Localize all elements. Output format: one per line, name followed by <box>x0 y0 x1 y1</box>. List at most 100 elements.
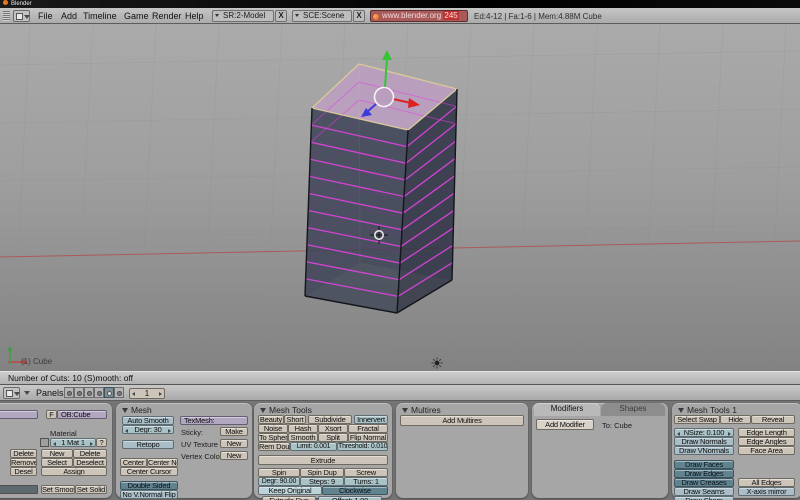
x-axis-mirror-toggle[interactable]: X-axis mirror <box>738 487 795 496</box>
spin-button[interactable]: Spin <box>258 468 300 477</box>
select-swap-button[interactable]: Select Swap <box>674 415 720 424</box>
panel-mesh-header[interactable]: Mesh <box>122 405 152 415</box>
beauty-toggle[interactable]: Beauty <box>258 415 284 424</box>
material-new-button[interactable]: New <box>41 449 73 458</box>
tab-modifiers[interactable]: Modifiers <box>534 403 600 416</box>
menu-file[interactable]: File <box>38 11 53 21</box>
add-modifier-button[interactable]: Add Modifier <box>536 419 594 430</box>
view-number-stepper[interactable]: 1 <box>129 388 165 399</box>
noise-button[interactable]: Noise <box>258 424 288 433</box>
offset-field[interactable]: Offset: 1.00 <box>318 496 382 500</box>
increment-icon[interactable] <box>159 392 162 396</box>
axis-z-arrow-icon[interactable] <box>382 50 392 60</box>
face-area-toggle[interactable]: Face Area <box>738 446 795 455</box>
all-edges-toggle[interactable]: All Edges <box>738 478 795 487</box>
retopo-toggle[interactable]: Retopo <box>122 440 174 449</box>
rem-doubles-button[interactable]: Rem Doubl <box>258 442 290 451</box>
hide-button[interactable]: Hide <box>720 415 751 424</box>
panel-mesh-tools-1-header[interactable]: Mesh Tools 1 <box>678 405 737 415</box>
spin-degr-field[interactable]: Degr: 90.00 <box>258 477 300 486</box>
decrement-icon[interactable] <box>132 392 135 396</box>
vertex-group-field[interactable] <box>0 410 38 419</box>
spin-dup-button[interactable]: Spin Dup <box>300 468 344 477</box>
set-solid-button[interactable]: Set Solid <box>75 485 107 494</box>
clockwise-toggle[interactable]: Clockwise <box>322 486 388 495</box>
add-multires-button[interactable]: Add Multires <box>400 415 524 426</box>
steps-field[interactable]: Steps: 9 <box>300 477 344 486</box>
texmesh-field[interactable]: TexMesh: <box>180 416 248 425</box>
title-bar[interactable]: Blender <box>0 0 800 8</box>
increment-icon[interactable] <box>728 432 731 436</box>
vgroup-desel-button[interactable]: Desel <box>10 467 37 476</box>
decrement-icon[interactable] <box>53 442 56 446</box>
material-index-stepper[interactable]: 1 Mat 1 <box>50 438 96 447</box>
editing-panel-icon[interactable] <box>104 387 114 398</box>
nsize-field[interactable]: NSize: 0.100 <box>674 428 734 437</box>
draw-vnormals-toggle[interactable]: Draw VNormals <box>674 446 734 455</box>
menu-timeline[interactable]: Timeline <box>83 11 117 21</box>
decrement-icon[interactable] <box>677 432 680 436</box>
logic-panel-icon[interactable] <box>64 387 74 398</box>
extrude-dup-button[interactable]: Extrude Dup <box>262 496 316 500</box>
short-toggle[interactable]: Short <box>284 415 306 424</box>
draw-faces-toggle[interactable]: Draw Faces <box>674 460 734 469</box>
panel-multires-header[interactable]: Multires <box>402 405 441 415</box>
menu-render[interactable]: Render <box>152 11 182 21</box>
turns-field[interactable]: Turns: 1 <box>344 477 388 486</box>
draw-creases-toggle[interactable]: Draw Creases <box>674 478 734 487</box>
to-sphere-button[interactable]: To Sphere <box>258 433 288 442</box>
set-smooth-button[interactable]: Set Smooth <box>41 485 75 494</box>
viewport-3d[interactable]: (1) Cube <box>0 24 800 371</box>
script-panel-icon[interactable] <box>74 387 84 398</box>
screen-close-button[interactable]: X <box>275 10 287 22</box>
vertex-color-swatch[interactable] <box>0 485 38 494</box>
scene-close-button[interactable]: X <box>353 10 365 22</box>
subdivide-button[interactable]: Subdivide <box>308 415 352 424</box>
shading-panel-icon[interactable] <box>84 387 94 398</box>
screw-button[interactable]: Screw <box>344 468 388 477</box>
panel-mesh-tools-header[interactable]: Mesh Tools <box>260 405 312 415</box>
increment-icon[interactable] <box>90 442 93 446</box>
header-collapse-icon[interactable] <box>24 391 30 395</box>
degr-field[interactable]: Degr: 30 <box>122 425 174 434</box>
header-grip-icon[interactable] <box>3 11 10 21</box>
center-button[interactable]: Center <box>120 458 147 467</box>
sticky-make-button[interactable]: Make <box>220 427 248 436</box>
auto-smooth-toggle[interactable]: Auto Smooth <box>122 416 174 425</box>
window-type-menu[interactable] <box>13 10 30 22</box>
hash-button[interactable]: Hash <box>288 424 318 433</box>
menu-add[interactable]: Add <box>61 11 77 21</box>
flip-normal-button[interactable]: Flip Normal <box>348 433 388 442</box>
material-color-swatch[interactable] <box>40 438 49 447</box>
draw-edges-toggle[interactable]: Draw Edges <box>674 469 734 478</box>
decrement-icon[interactable] <box>125 429 128 433</box>
screen-browser[interactable]: SR:2-Model <box>212 10 274 22</box>
assign-button[interactable]: Assign <box>41 467 107 476</box>
lamp-icon[interactable] <box>432 358 443 369</box>
vgroup-remove-button[interactable]: Remove <box>10 458 37 467</box>
object-name-field[interactable]: OB:Cube <box>57 410 107 419</box>
double-sided-toggle[interactable]: Double Sided <box>120 481 178 490</box>
object-panel-icon[interactable] <box>94 387 104 398</box>
vgroup-delete-button[interactable]: Delete <box>10 449 37 458</box>
uv-texture-new-button[interactable]: New <box>220 439 248 448</box>
material-deselect-button[interactable]: Deselect <box>73 458 107 467</box>
xsort-button[interactable]: Xsort <box>318 424 348 433</box>
fake-user-button[interactable]: F <box>46 410 57 419</box>
scene-browser[interactable]: SCE:Scene <box>292 10 352 22</box>
increment-icon[interactable] <box>168 429 171 433</box>
center-cursor-button[interactable]: Center Cursor <box>120 467 178 476</box>
scene-panel-icon[interactable] <box>114 387 124 398</box>
menu-game[interactable]: Game <box>124 11 149 21</box>
no-vnormal-flip-toggle[interactable]: No V.Normal Flip <box>120 490 178 499</box>
threshold-field[interactable]: Threshold: 0.010 <box>337 442 388 451</box>
extrude-button[interactable]: Extrude <box>258 455 388 465</box>
buttons-window-type-menu[interactable] <box>3 387 20 399</box>
center-new-button[interactable]: Center New <box>147 458 178 467</box>
reveal-button[interactable]: Reveal <box>751 415 795 424</box>
limit-field[interactable]: Limit: 0.001 <box>290 442 337 451</box>
keep-original-toggle[interactable]: Keep Original <box>258 486 322 495</box>
material-delete-button[interactable]: Delete <box>73 449 107 458</box>
fractal-button[interactable]: Fractal <box>348 424 388 433</box>
edge-length-toggle[interactable]: Edge Length <box>738 428 795 437</box>
